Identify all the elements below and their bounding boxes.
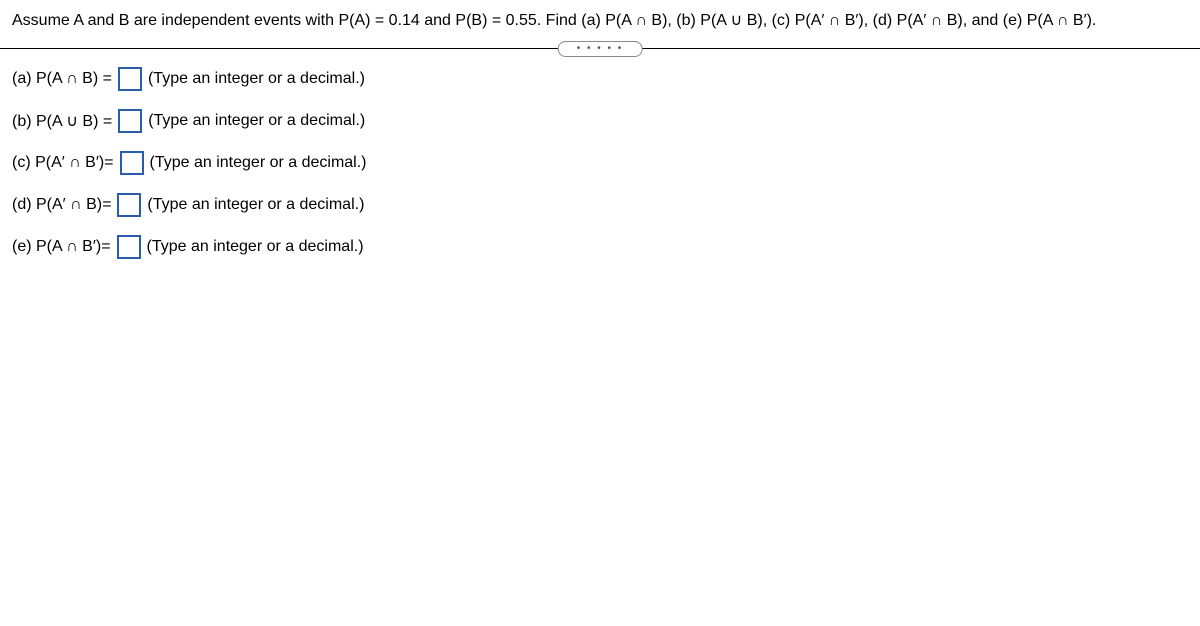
- answer-input-d[interactable]: [117, 193, 141, 217]
- answer-row-a: (a) P(A ∩ B) = (Type an integer or a dec…: [12, 67, 1188, 91]
- question-part-d-expr: (A′ ∩ B): [907, 12, 962, 29]
- answer-row-e: (e) P(A ∩ B′) = (Type an integer or a de…: [12, 235, 1188, 259]
- answer-label-d-expr: (A′ ∩ B): [47, 196, 102, 214]
- answer-label-d-prefix: (d) P: [12, 196, 47, 214]
- answer-label-c-expr: (A′ ∩ B′): [46, 154, 104, 172]
- question-mid1: , (d) P: [864, 12, 908, 29]
- answer-label-d-eq: =: [102, 196, 111, 214]
- question-part-e-expr: (A ∩ B′): [1037, 12, 1092, 29]
- answer-label-e-prefix: (e) P: [12, 238, 47, 256]
- answer-row-b: (b) P(A ∪ B) = (Type an integer or a dec…: [12, 109, 1188, 133]
- answer-hint-a: (Type an integer or a decimal.): [148, 70, 365, 88]
- answer-label-e-expr: (A ∩ B′): [47, 238, 102, 256]
- answer-input-e[interactable]: [117, 235, 141, 259]
- answer-label-b: (b) P(A ∪ B) =: [12, 111, 112, 131]
- question-part-c-expr: (A′ ∩ B′): [805, 12, 863, 29]
- answer-label-e-eq: =: [101, 238, 110, 256]
- expand-indicator[interactable]: • • • • •: [558, 41, 643, 57]
- answer-input-c[interactable]: [120, 151, 144, 175]
- question-text-prefix: Assume A and B are independent events wi…: [12, 12, 805, 29]
- answer-section: (a) P(A ∩ B) = (Type an integer or a dec…: [0, 49, 1200, 295]
- answer-input-b[interactable]: [118, 109, 142, 133]
- question-mid2: , and (e) P: [963, 12, 1038, 29]
- question-header: Assume A and B are independent events wi…: [0, 0, 1200, 49]
- answer-hint-e: (Type an integer or a decimal.): [147, 238, 364, 256]
- answer-hint-b: (Type an integer or a decimal.): [148, 112, 365, 130]
- question-suffix: .: [1092, 12, 1096, 29]
- answer-label-c-prefix: (c) P: [12, 154, 46, 172]
- answer-label-a: (a) P(A ∩ B) =: [12, 70, 112, 88]
- answer-row-d: (d) P(A′ ∩ B) = (Type an integer or a de…: [12, 193, 1188, 217]
- answer-label-c-eq: =: [104, 154, 113, 172]
- answer-input-a[interactable]: [118, 67, 142, 91]
- answer-hint-d: (Type an integer or a decimal.): [147, 196, 364, 214]
- answer-row-c: (c) P(A′ ∩ B′) = (Type an integer or a d…: [12, 151, 1188, 175]
- answer-hint-c: (Type an integer or a decimal.): [150, 154, 367, 172]
